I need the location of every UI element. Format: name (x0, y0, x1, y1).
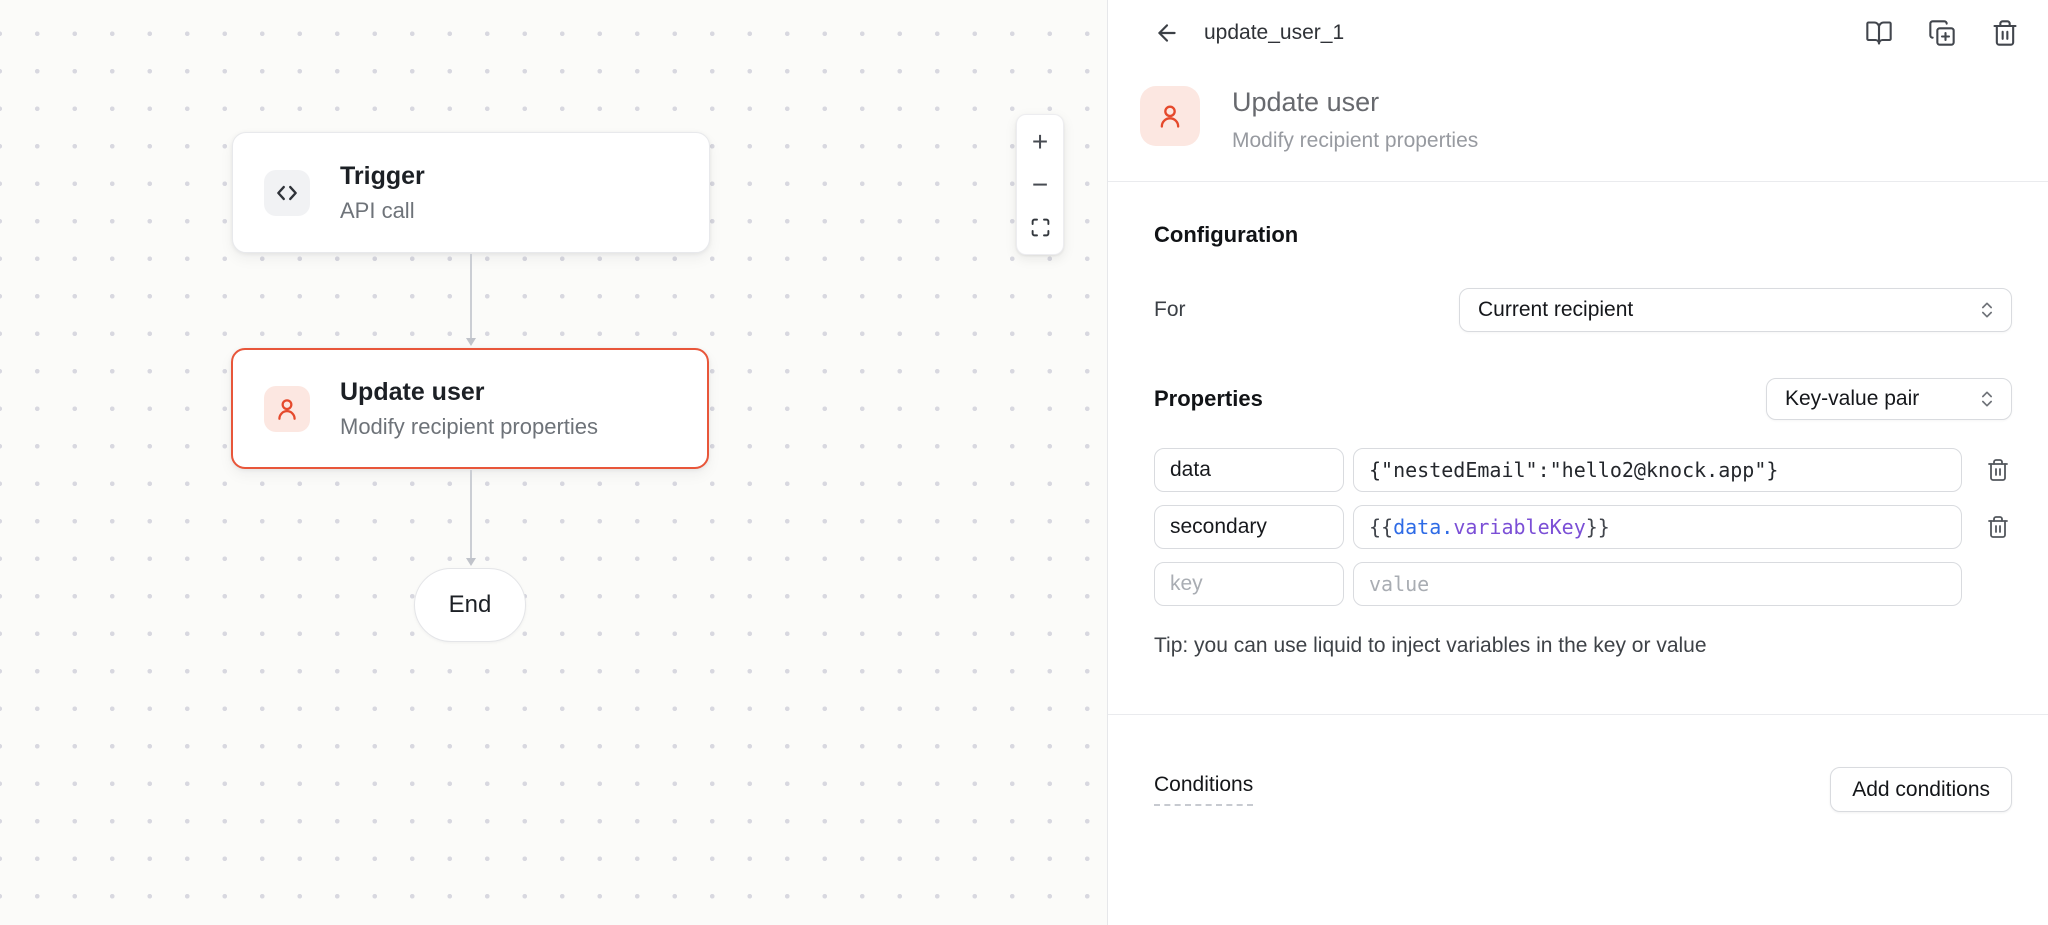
conditions-section: Conditions Add conditions (1154, 767, 2012, 812)
property-key-input[interactable] (1154, 505, 1344, 549)
zoom-out-button[interactable]: − (1020, 163, 1060, 206)
liquid-name-token: variableKey (1453, 515, 1585, 539)
step-settings-panel: update_user_1 (1108, 0, 2048, 925)
property-value-liquid-input[interactable]: {{data.variableKey}} (1353, 505, 1962, 549)
panel-header: update_user_1 (1108, 0, 2048, 66)
liquid-close-braces: }} (1586, 515, 1610, 539)
trash-icon (1986, 515, 2010, 539)
node-trigger[interactable]: Trigger API call (232, 132, 710, 253)
node-end[interactable]: End (414, 568, 526, 642)
add-conditions-button[interactable]: Add conditions (1830, 767, 2012, 812)
step-header: Update user Modify recipient properties (1108, 66, 2048, 181)
for-select-value: Current recipient (1478, 298, 1977, 322)
properties-mode-value: Key-value pair (1785, 387, 1977, 411)
docs-button[interactable] (1864, 18, 1894, 48)
node-update-user[interactable]: Update user Modify recipient properties (231, 348, 709, 469)
liquid-path-token: data. (1393, 515, 1453, 539)
step-title[interactable]: Update user (1232, 87, 1478, 118)
delete-row-button[interactable] (1984, 513, 2012, 541)
configuration-section: Configuration For Current recipient Prop… (1108, 182, 2048, 658)
node-title: Update user (340, 378, 598, 407)
duplicate-step-button[interactable] (1927, 18, 1957, 48)
zoom-in-button[interactable]: + (1020, 120, 1060, 163)
liquid-tip-text: Tip: you can use liquid to inject variab… (1154, 634, 2012, 658)
delete-step-button[interactable] (1990, 18, 2020, 48)
for-select[interactable]: Current recipient (1459, 288, 2012, 332)
end-label: End (449, 591, 492, 619)
user-icon (1140, 86, 1200, 146)
trash-icon (1986, 458, 2010, 482)
book-open-icon (1865, 19, 1893, 47)
step-key-title: update_user_1 (1204, 21, 1344, 45)
edge-trigger-to-update (470, 254, 472, 338)
zoom-controls: + − (1016, 114, 1064, 255)
key-value-rows: {{data.variableKey}} (1154, 448, 2012, 606)
workflow-canvas[interactable]: Trigger API call Update user Modify reci… (0, 0, 1108, 925)
key-value-row: {{data.variableKey}} (1154, 505, 2012, 549)
chevrons-up-down-icon (1977, 389, 1997, 409)
arrow-left-icon (1154, 20, 1180, 46)
property-value-input[interactable] (1353, 448, 1962, 492)
property-key-input[interactable] (1154, 562, 1344, 606)
header-actions (1864, 18, 2020, 48)
property-value-input[interactable] (1353, 562, 1962, 606)
step-subtitle: Modify recipient properties (1232, 129, 1478, 153)
node-subtitle: API call (340, 198, 425, 224)
divider (1108, 714, 2048, 715)
node-subtitle: Modify recipient properties (340, 414, 598, 440)
key-value-row (1154, 562, 2012, 606)
edge-update-to-end (470, 470, 472, 558)
properties-mode-select[interactable]: Key-value pair (1766, 378, 2012, 420)
copy-plus-icon (1928, 19, 1956, 47)
for-label: For (1154, 298, 1459, 322)
delete-row-button[interactable] (1984, 456, 2012, 484)
for-row: For Current recipient (1154, 288, 2012, 332)
configuration-heading: Configuration (1154, 222, 2012, 248)
workflow-editor: Trigger API call Update user Modify reci… (0, 0, 2048, 925)
key-value-row (1154, 448, 2012, 492)
properties-heading: Properties (1154, 386, 1263, 412)
user-icon (264, 386, 310, 432)
node-title: Trigger (340, 162, 425, 191)
code-icon (264, 170, 310, 216)
properties-row: Properties Key-value pair (1154, 378, 2012, 420)
fit-view-icon (1030, 217, 1051, 238)
conditions-heading: Conditions (1154, 773, 1253, 806)
liquid-open-braces: {{ (1369, 515, 1393, 539)
fit-view-button[interactable] (1020, 206, 1060, 249)
chevrons-up-down-icon (1977, 300, 1997, 320)
trash-icon (1991, 19, 2019, 47)
back-button[interactable] (1152, 18, 1182, 48)
property-key-input[interactable] (1154, 448, 1344, 492)
